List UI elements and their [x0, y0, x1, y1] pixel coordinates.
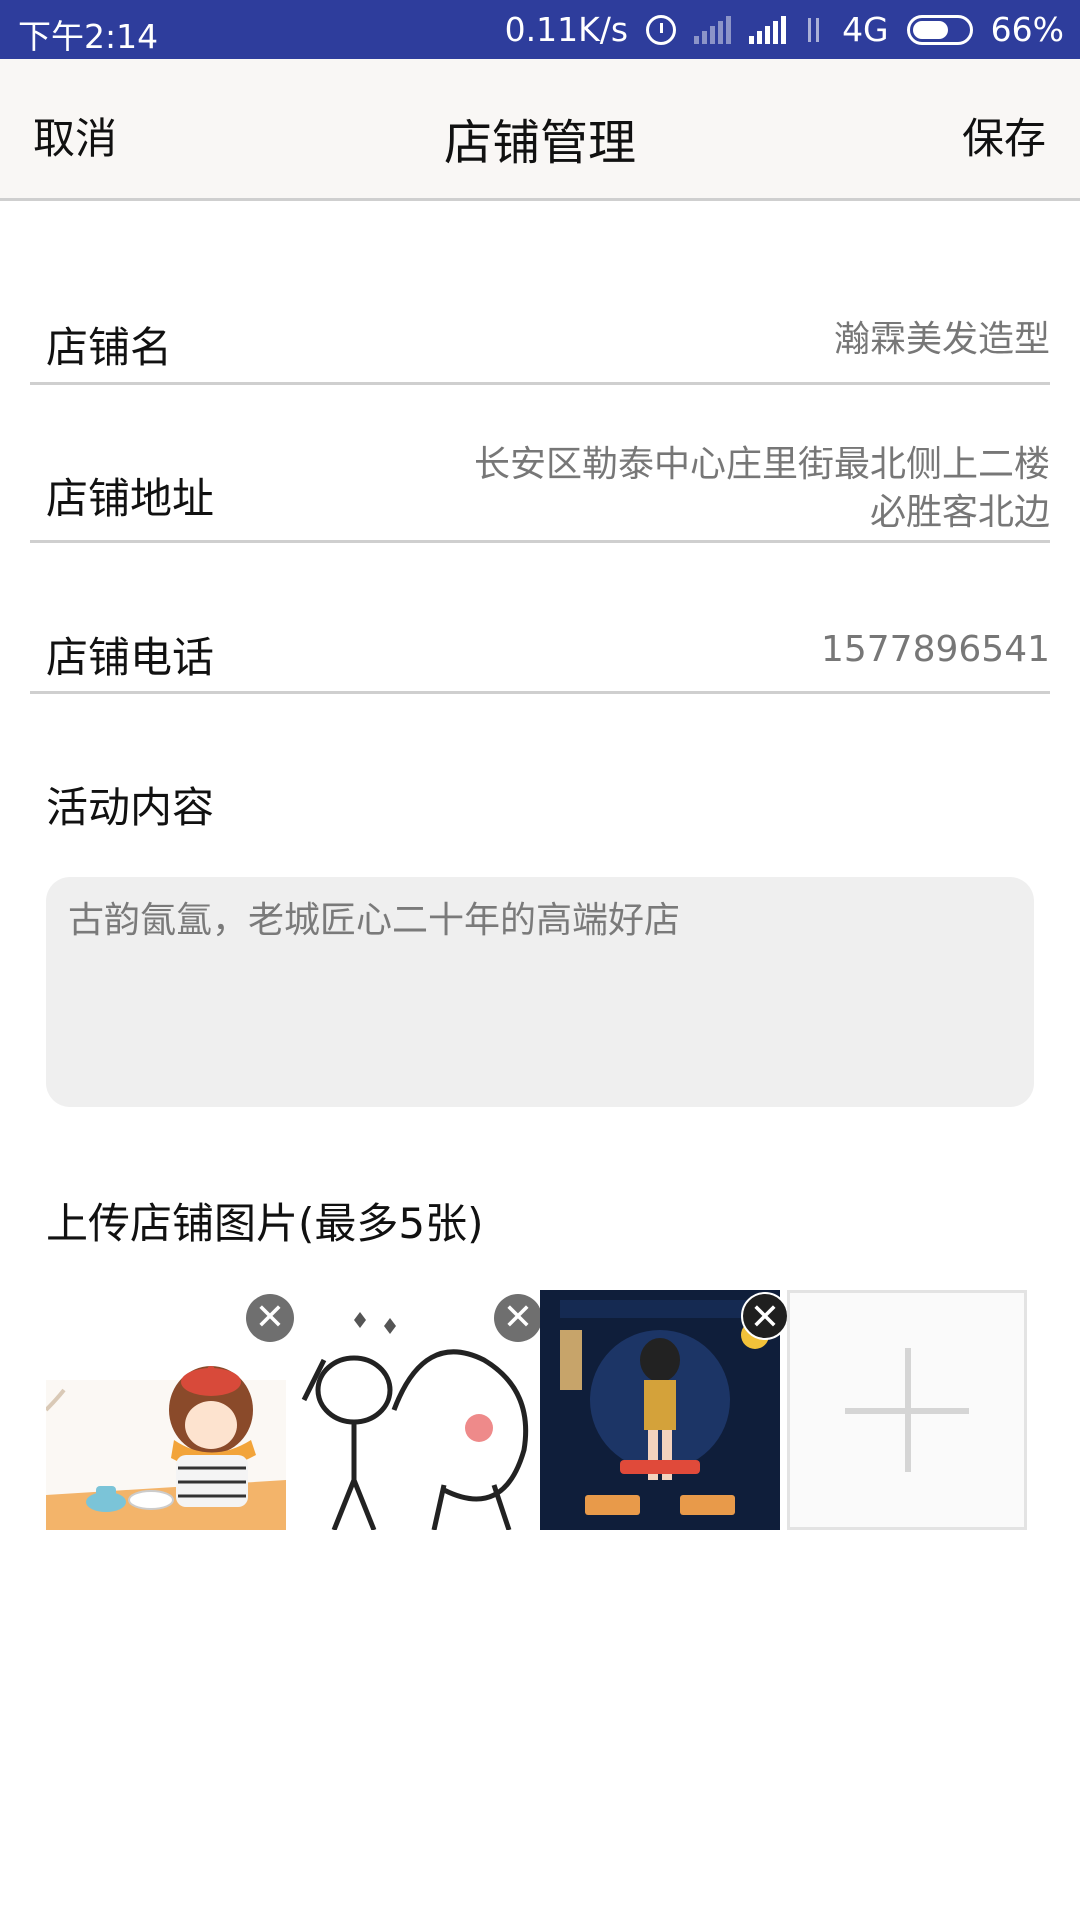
store-phone-field[interactable]: 1577896541	[821, 626, 1050, 674]
store-address-row[interactable]: 店铺地址 长安区勒泰中心庄里街最北侧上二楼 必胜客北边	[30, 441, 1050, 543]
plus-icon-vertical	[905, 1348, 911, 1472]
store-phone-row[interactable]: 店铺电话 1577896541	[30, 612, 1050, 694]
store-address-field[interactable]: 长安区勒泰中心庄里街最北侧上二楼 必胜客北边	[474, 441, 1050, 537]
network-type: 4G	[842, 10, 889, 49]
page-title: 店铺管理	[443, 115, 636, 171]
save-button[interactable]: 保存	[962, 105, 1046, 166]
upload-label: 上传店铺图片(最多5张)	[46, 1199, 484, 1248]
add-image-button[interactable]	[787, 1290, 1027, 1530]
signal-icon-sim2	[749, 15, 787, 44]
battery-icon	[906, 14, 973, 45]
status-right: 0.11K/s 4G 66%	[505, 10, 1064, 49]
activity-textarea[interactable]: 古韵氤氲，老城匠心二十年的高端好店	[46, 877, 1034, 1107]
store-address-label: 店铺地址	[46, 474, 215, 523]
remove-image-3-icon[interactable]: ✕	[741, 1292, 789, 1340]
status-time: 下午2:14	[18, 17, 159, 56]
data-arrows-icon	[804, 16, 824, 44]
store-name-row[interactable]: 店铺名 瀚霖美发造型	[30, 300, 1050, 385]
activity-label: 活动内容	[46, 783, 215, 832]
store-address-line2: 必胜客北边	[869, 492, 1050, 533]
cancel-button[interactable]: 取消	[33, 105, 117, 166]
signal-icon-sim1	[694, 15, 732, 44]
store-address-line1: 长安区勒泰中心庄里街最北侧上二楼	[473, 444, 1050, 485]
remove-image-2-icon[interactable]: ✕	[494, 1294, 542, 1342]
alarm-icon	[646, 14, 677, 45]
store-name-label: 店铺名	[46, 323, 173, 372]
battery-percent: 66%	[990, 10, 1064, 49]
remove-image-1-icon[interactable]: ✕	[246, 1294, 294, 1342]
store-name-field[interactable]: 瀚霖美发造型	[834, 316, 1050, 364]
status-bar: 下午2:14 0.11K/s 4G 66%	[0, 0, 1080, 59]
nav-bar: 取消 店铺管理 保存	[0, 59, 1080, 201]
store-phone-label: 店铺电话	[46, 633, 215, 682]
network-speed: 0.11K/s	[504, 10, 629, 49]
